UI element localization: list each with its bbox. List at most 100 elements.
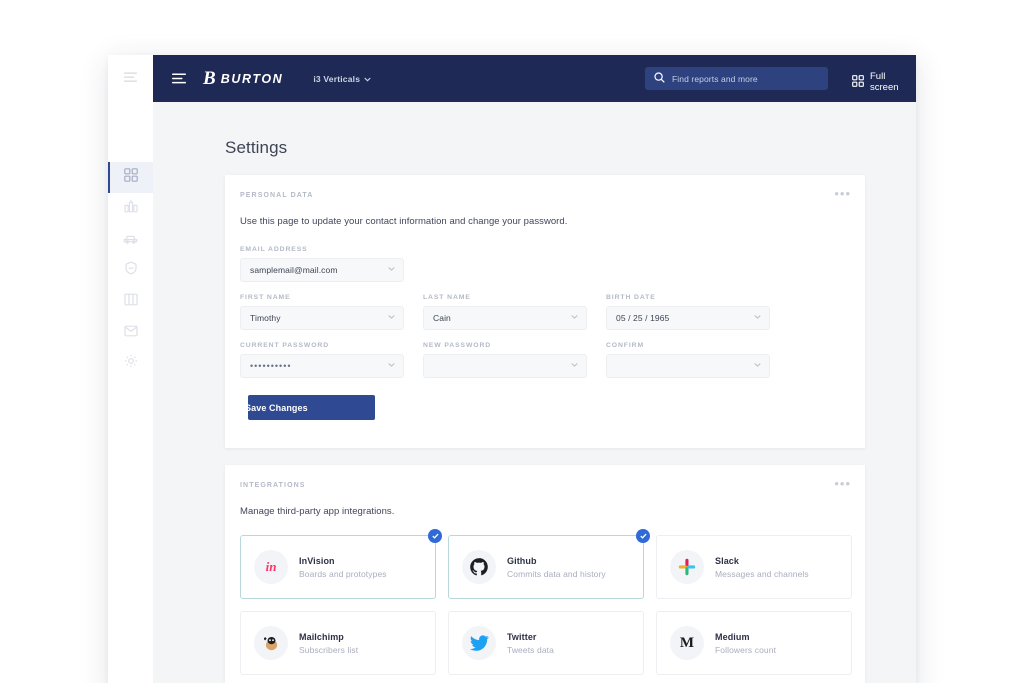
form-row-password: CURRENT PASSWORD •••••••••• NEW PASSWORD (240, 342, 865, 378)
new-password-input[interactable] (423, 354, 587, 378)
first-name-select[interactable]: Timothy (240, 306, 404, 330)
search-placeholder: Find reports and more (672, 73, 758, 84)
integration-name: Medium (715, 631, 750, 642)
integration-name: Twitter (507, 631, 537, 642)
chevron-down-icon (754, 363, 761, 370)
medium-logo-icon: M (670, 626, 704, 660)
integration-card-github[interactable]: Github Commits data and history (448, 529, 650, 599)
personal-data-card: PERSONAL DATA ••• Use this page to updat… (225, 175, 865, 448)
sidebar-item-settings[interactable] (108, 348, 153, 379)
birth-date-select[interactable]: 05 / 25 / 1965 (606, 306, 770, 330)
sidebar-item-vehicles[interactable] (108, 224, 153, 255)
field-value: 05 / 25 / 1965 (616, 313, 670, 323)
confirm-password-input[interactable] (606, 354, 770, 378)
gear-icon (124, 354, 138, 373)
field-birth-date: BIRTH DATE 05 / 25 / 1965 (606, 294, 770, 330)
bar-chart-icon (123, 199, 138, 218)
brand-mark-icon: B (203, 67, 216, 89)
integration-card-invision[interactable]: in InVision Boards and prototypes (240, 529, 442, 599)
integration-text: InVision Boards and prototypes (299, 556, 387, 579)
field-label: CURRENT PASSWORD (240, 342, 330, 349)
fullscreen-label: Full screen (870, 71, 899, 93)
field-value: Timothy (250, 313, 281, 323)
integration-name: Slack (715, 555, 740, 566)
integration-subtitle: Followers count (715, 644, 777, 655)
save-changes-label: Save Changes (248, 402, 308, 413)
shield-icon (124, 261, 138, 280)
integrations-description: Manage third-party app integrations. (240, 506, 395, 517)
current-password-input[interactable]: •••••••••• (240, 354, 404, 378)
search-icon (654, 70, 665, 88)
chevron-down-icon (388, 267, 395, 274)
field-value: samplemail@mail.com (250, 265, 338, 275)
connected-check-badge (428, 529, 442, 543)
integrations-grid: in InVision Boards and prototypes Github… (225, 517, 865, 675)
hamburger-menu-icon[interactable] (172, 73, 186, 84)
chevron-down-icon (571, 363, 578, 370)
field-label: FIRST NAME (240, 294, 291, 301)
integration-name: InVision (299, 555, 335, 566)
form-row-name: FIRST NAME Timothy LAST NAME Cain BIRTH … (240, 294, 865, 330)
rail-menu-icon (124, 70, 137, 88)
sidebar-item-messages[interactable] (108, 317, 153, 348)
sidebar-item-security[interactable] (108, 255, 153, 286)
app-window: B BURTON i3 Verticals Find reports and m… (108, 55, 916, 683)
twitter-logo-icon (462, 626, 496, 660)
field-label: BIRTH DATE (606, 294, 656, 301)
integration-text: Mailchimp Subscribers list (299, 632, 358, 655)
integration-name: Mailchimp (299, 631, 344, 642)
integration-subtitle: Messages and channels (715, 568, 809, 579)
top-navigation-bar: B BURTON i3 Verticals Find reports and m… (153, 55, 916, 102)
github-logo-icon (462, 550, 496, 584)
integration-card-mailchimp[interactable]: Mailchimp Subscribers list (240, 611, 436, 675)
email-select[interactable]: samplemail@mail.com (240, 258, 404, 282)
field-label: NEW PASSWORD (423, 342, 492, 349)
field-value: •••••••••• (250, 361, 292, 371)
integration-card-slack[interactable]: Slack Messages and channels (656, 535, 852, 599)
field-value: Cain (433, 313, 451, 323)
field-last-name: LAST NAME Cain (423, 294, 587, 330)
field-label: EMAIL ADDRESS (240, 246, 308, 253)
sidebar-item-dashboard[interactable] (108, 162, 153, 193)
personal-data-description: Use this page to update your contact inf… (240, 216, 568, 227)
field-email-address: EMAIL ADDRESS samplemail@mail.com (240, 246, 404, 282)
integration-card-twitter[interactable]: Twitter Tweets data (448, 611, 644, 675)
connected-check-badge (636, 529, 650, 543)
chevron-down-icon (388, 363, 395, 370)
page-title: Settings (225, 138, 288, 157)
integrations-kicker: INTEGRATIONS (240, 482, 306, 489)
fullscreen-button[interactable]: Full screen (852, 71, 916, 93)
field-new-password: NEW PASSWORD (423, 342, 587, 378)
integration-card-medium[interactable]: M Medium Followers count (656, 611, 852, 675)
integration-text: Medium Followers count (715, 632, 776, 655)
personal-data-kicker: PERSONAL DATA (240, 192, 314, 199)
field-first-name: FIRST NAME Timothy (240, 294, 404, 330)
search-input[interactable]: Find reports and more (645, 67, 828, 90)
integrations-menu-button[interactable]: ••• (834, 477, 851, 490)
car-icon (123, 231, 138, 249)
sidebar-toggle[interactable] (108, 55, 153, 102)
save-changes-button[interactable]: Save Changes (248, 395, 375, 420)
sidebar (108, 55, 153, 683)
field-confirm-password: CONFIRM (606, 342, 770, 378)
integration-name: Github (507, 555, 537, 566)
brand-logo[interactable]: B BURTON (203, 68, 283, 90)
last-name-select[interactable]: Cain (423, 306, 587, 330)
slack-logo-icon (670, 550, 704, 584)
integration-subtitle: Commits data and history (507, 568, 606, 579)
field-label: CONFIRM (606, 342, 645, 349)
sidebar-item-analytics[interactable] (108, 193, 153, 224)
mail-icon (123, 324, 138, 342)
integrations-card: INTEGRATIONS ••• Manage third-party app … (225, 465, 865, 683)
sidebar-item-library[interactable] (108, 286, 153, 317)
integration-subtitle: Boards and prototypes (299, 568, 387, 579)
personal-data-menu-button[interactable]: ••• (834, 187, 851, 200)
chevron-down-icon (364, 74, 371, 84)
book-icon (123, 293, 138, 311)
chevron-down-icon (388, 315, 395, 322)
dashboard-grid-icon (123, 168, 138, 187)
fullscreen-grid-icon (852, 74, 864, 90)
org-selector[interactable]: i3 Verticals (313, 74, 371, 84)
form-row-email: EMAIL ADDRESS samplemail@mail.com (240, 246, 865, 282)
mailchimp-logo-icon (254, 626, 288, 660)
